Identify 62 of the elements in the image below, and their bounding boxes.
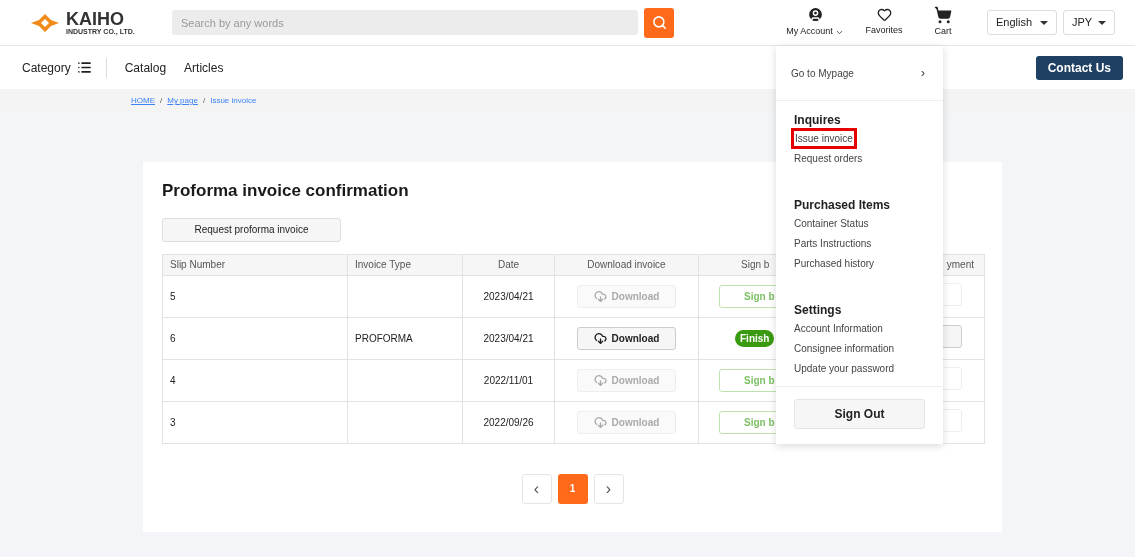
breadcrumb-link[interactable]: My page [167,95,198,107]
language-select[interactable]: English [987,10,1057,35]
caret-icon [1098,20,1107,25]
heart-icon [876,7,892,23]
breadcrumb-separator: / [202,95,206,107]
nav-link[interactable]: Catalog [124,58,167,77]
table-cell: PROFORMA [347,317,463,359]
account-button[interactable]: My Account [783,6,847,39]
column-header: Invoice Type [355,259,411,270]
nav-link[interactable]: Articles [184,58,224,77]
table-cell: 3 [162,401,348,443]
cloud-download-icon [593,373,607,387]
currency-select[interactable]: JPY [1063,10,1115,35]
column-header: Date [497,259,520,270]
breadcrumb-separator: / [160,95,163,107]
cloud-download-icon [593,331,607,345]
menu-item[interactable]: Request orders [794,150,863,166]
column-header: Sign b [741,259,770,270]
contact-button[interactable]: Contact Us [1035,55,1123,80]
logo-text: KAIHO [66,10,125,28]
table-cell: 2022/11/01 [462,359,555,401]
cloud-download-icon [593,415,607,429]
status-badge: Finish [735,329,775,347]
breadcrumb-link[interactable]: HOME [131,95,155,107]
menu-section-title: Purchased Items [794,197,892,213]
cloud-download-icon [593,289,607,303]
table-cell: 2022/09/26 [462,401,555,443]
mypage-link[interactable]: Go to Mypage › [776,46,943,101]
search-field[interactable]: Search by any words [172,10,638,35]
cart-button[interactable]: Cart [923,6,963,39]
column-header: Slip Number [170,259,226,270]
previous-page-button[interactable]: ‹ [521,473,552,504]
table-cell: 2023/04/21 [462,317,555,359]
menu-item[interactable]: Container Status [794,215,869,231]
menu-item[interactable]: Account Information [794,320,883,336]
menu-item[interactable]: Consignee information [794,340,895,356]
download-button[interactable]: Download [577,326,676,350]
search-button[interactable] [644,7,674,38]
menu-section-title: Inquires [794,112,842,128]
menu-item[interactable]: Purchased history [794,255,875,271]
table-cell: 6 [162,317,348,359]
category-button[interactable]: Category [22,58,92,77]
search-icon [651,15,667,30]
next-page-button[interactable]: › [593,473,624,504]
user-icon [806,6,824,24]
table-cell: 2023/04/21 [462,275,555,317]
chevron-icon: › [920,63,925,83]
breadcrumb-link[interactable]: Issue invoice [210,95,257,107]
menu-item[interactable]: Parts Instructions [794,235,872,251]
cart-icon [934,6,952,25]
request-invoice-button[interactable]: Request proforma invoice [162,217,341,242]
table-cell: 4 [162,359,348,401]
sign-out-button[interactable]: Sign Out [794,399,925,429]
menu-item[interactable]: Issue invoice [791,127,857,149]
favorites-button[interactable]: Favorites [859,7,909,38]
diamond-logo-icon [30,12,60,33]
page-title: Proforma invoice confirmation [162,180,410,202]
list-icon [76,60,92,75]
caret-icon [1040,20,1049,25]
column-header: yment [946,259,974,270]
column-header: Download invoice [587,259,666,270]
table-cell: 5 [162,275,348,317]
